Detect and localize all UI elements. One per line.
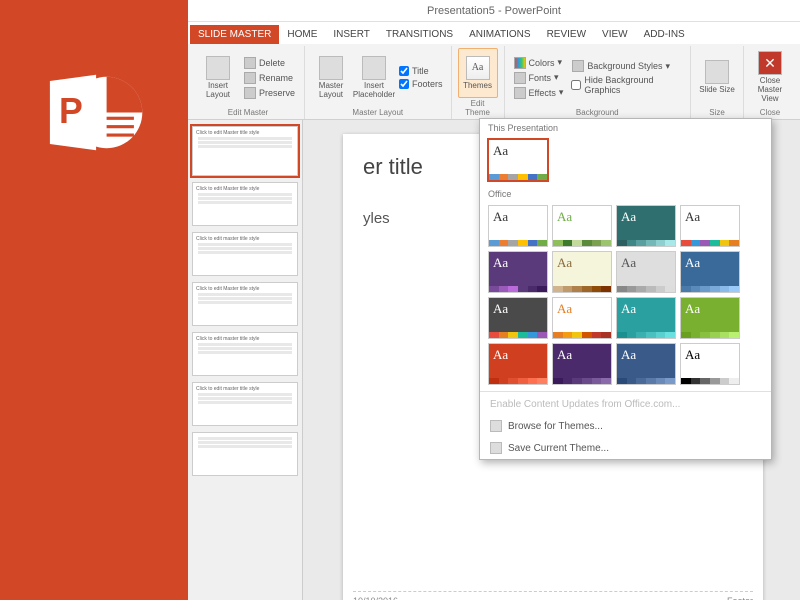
browse-themes-link[interactable]: Browse for Themes... — [480, 415, 771, 437]
bg-styles-button[interactable]: Background Styles▾ — [569, 59, 684, 73]
slide-size-button[interactable]: Slide Size — [697, 48, 737, 107]
slide-footer: 10/10/2016 Footer — [353, 591, 753, 600]
chevron-down-icon: ▾ — [665, 61, 670, 72]
gallery-office-row: AaAaAaAaAaAaAaAaAaAaAaAaAaAaAaAa — [480, 201, 771, 389]
group-label: Edit Theme — [458, 98, 498, 117]
theme-swatch[interactable]: Aa — [616, 343, 676, 385]
app-window: Presentation5 - PowerPoint SLIDE MASTERH… — [188, 0, 800, 600]
layout-thumb[interactable]: Click to edit master title style — [192, 382, 298, 426]
footers-checkbox[interactable]: Footers — [397, 78, 445, 90]
theme-swatch[interactable]: Aa — [680, 205, 740, 247]
title-checkbox[interactable]: Title — [397, 65, 445, 77]
insert-layout-button[interactable]: Insert Layout — [198, 48, 238, 107]
window-title: Presentation5 - PowerPoint — [427, 5, 561, 17]
gallery-section-office: Office — [480, 185, 771, 201]
tab-view[interactable]: VIEW — [594, 25, 636, 44]
svg-text:P: P — [59, 91, 83, 131]
gallery-this-row: Aa — [480, 135, 771, 185]
tab-animations[interactable]: ANIMATIONS — [461, 25, 538, 44]
master-layout-icon — [319, 56, 343, 80]
theme-swatch[interactable]: Aa — [680, 251, 740, 293]
bg-styles-icon — [572, 60, 584, 72]
insert-placeholder-button[interactable]: Insert Placeholder — [354, 48, 394, 107]
delete-button[interactable]: Delete — [241, 56, 298, 70]
effects-icon — [514, 87, 526, 99]
theme-swatch[interactable]: Aa — [680, 343, 740, 385]
group-close: ✕ Close Master View Close — [744, 46, 796, 119]
close-icon: ✕ — [758, 51, 782, 75]
layout-thumb[interactable]: Click to edit Master title style — [192, 282, 298, 326]
slide-footer-text[interactable]: Footer — [727, 596, 753, 600]
group-background: Colors▾ Fonts▾ Effects▾ Background Style… — [505, 46, 691, 119]
rename-button[interactable]: Rename — [241, 71, 298, 85]
slide-size-icon — [705, 60, 729, 84]
ribbon-tabs: SLIDE MASTERHOMEINSERTTRANSITIONSANIMATI… — [188, 22, 800, 44]
gallery-section-this: This Presentation — [480, 119, 771, 135]
group-label: Background — [511, 107, 684, 117]
themes-button[interactable]: Aa Themes — [458, 48, 498, 98]
tab-home[interactable]: HOME — [279, 25, 325, 44]
brand-banner: P — [0, 0, 188, 600]
thumbnail-panel[interactable]: Click to edit Master title style Click to… — [188, 120, 303, 600]
close-master-view-button[interactable]: ✕ Close Master View — [750, 48, 790, 107]
effects-button[interactable]: Effects▾ — [511, 86, 567, 100]
insert-placeholder-icon — [362, 56, 386, 80]
group-label: Size — [697, 107, 737, 117]
tab-transitions[interactable]: TRANSITIONS — [378, 25, 461, 44]
folder-icon — [490, 420, 502, 432]
theme-swatch[interactable]: Aa — [616, 205, 676, 247]
chevron-down-icon: ▾ — [554, 72, 559, 83]
group-master-layout: Master Layout Insert Placeholder Title F… — [305, 46, 452, 119]
fonts-button[interactable]: Fonts▾ — [511, 71, 567, 85]
theme-swatch[interactable]: Aa — [552, 251, 612, 293]
theme-swatch[interactable]: Aa — [552, 297, 612, 339]
theme-swatch[interactable]: Aa — [680, 297, 740, 339]
theme-swatch[interactable]: Aa — [616, 251, 676, 293]
theme-swatch[interactable]: Aa — [488, 343, 548, 385]
layout-thumb[interactable]: Click to edit master title style — [192, 232, 298, 276]
fonts-icon — [514, 72, 526, 84]
save-icon — [490, 442, 502, 454]
group-label: Edit Master — [198, 107, 298, 117]
delete-icon — [244, 57, 256, 69]
preserve-icon — [244, 87, 256, 99]
hide-bg-checkbox[interactable]: Hide Background Graphics — [569, 74, 684, 96]
enable-updates-link: Enable Content Updates from Office.com..… — [480, 394, 771, 415]
theme-swatch[interactable]: Aa — [552, 343, 612, 385]
group-label: Close — [750, 107, 790, 117]
chevron-down-icon: ▾ — [559, 87, 564, 98]
preserve-button[interactable]: Preserve — [241, 86, 298, 100]
rename-icon — [244, 72, 256, 84]
tab-review[interactable]: REVIEW — [539, 25, 594, 44]
theme-swatch[interactable]: Aa — [488, 139, 548, 181]
theme-swatch[interactable]: Aa — [552, 205, 612, 247]
theme-swatch[interactable]: Aa — [616, 297, 676, 339]
tab-add-ins[interactable]: ADD-INS — [636, 25, 693, 44]
titlebar: Presentation5 - PowerPoint — [188, 0, 800, 22]
insert-layout-icon — [206, 56, 230, 80]
group-label: Master Layout — [311, 107, 445, 117]
colors-icon — [514, 57, 526, 69]
tab-slide-master[interactable]: SLIDE MASTER — [190, 25, 279, 44]
slide-date[interactable]: 10/10/2016 — [353, 596, 398, 600]
themes-gallery-popup: This Presentation Aa Office AaAaAaAaAaAa… — [479, 118, 772, 460]
master-thumb[interactable]: Click to edit Master title style — [192, 126, 298, 176]
layout-thumb[interactable] — [192, 432, 298, 476]
theme-swatch[interactable]: Aa — [488, 297, 548, 339]
group-edit-master: Insert Layout Delete Rename Preserve Edi… — [192, 46, 305, 119]
group-size: Slide Size Size — [691, 46, 744, 119]
theme-swatch[interactable]: Aa — [488, 251, 548, 293]
save-theme-link[interactable]: Save Current Theme... — [480, 437, 771, 459]
master-layout-button[interactable]: Master Layout — [311, 48, 351, 107]
layout-thumb[interactable]: Click to edit Master title style — [192, 182, 298, 226]
theme-swatch[interactable]: Aa — [488, 205, 548, 247]
tab-insert[interactable]: INSERT — [325, 25, 378, 44]
group-edit-theme: Aa Themes Edit Theme — [452, 46, 505, 119]
colors-button[interactable]: Colors▾ — [511, 56, 567, 70]
layout-thumb[interactable]: Click to edit master title style — [192, 332, 298, 376]
chevron-down-icon: ▾ — [558, 57, 563, 68]
powerpoint-logo-icon: P — [39, 60, 149, 165]
ribbon: Insert Layout Delete Rename Preserve Edi… — [188, 44, 800, 120]
